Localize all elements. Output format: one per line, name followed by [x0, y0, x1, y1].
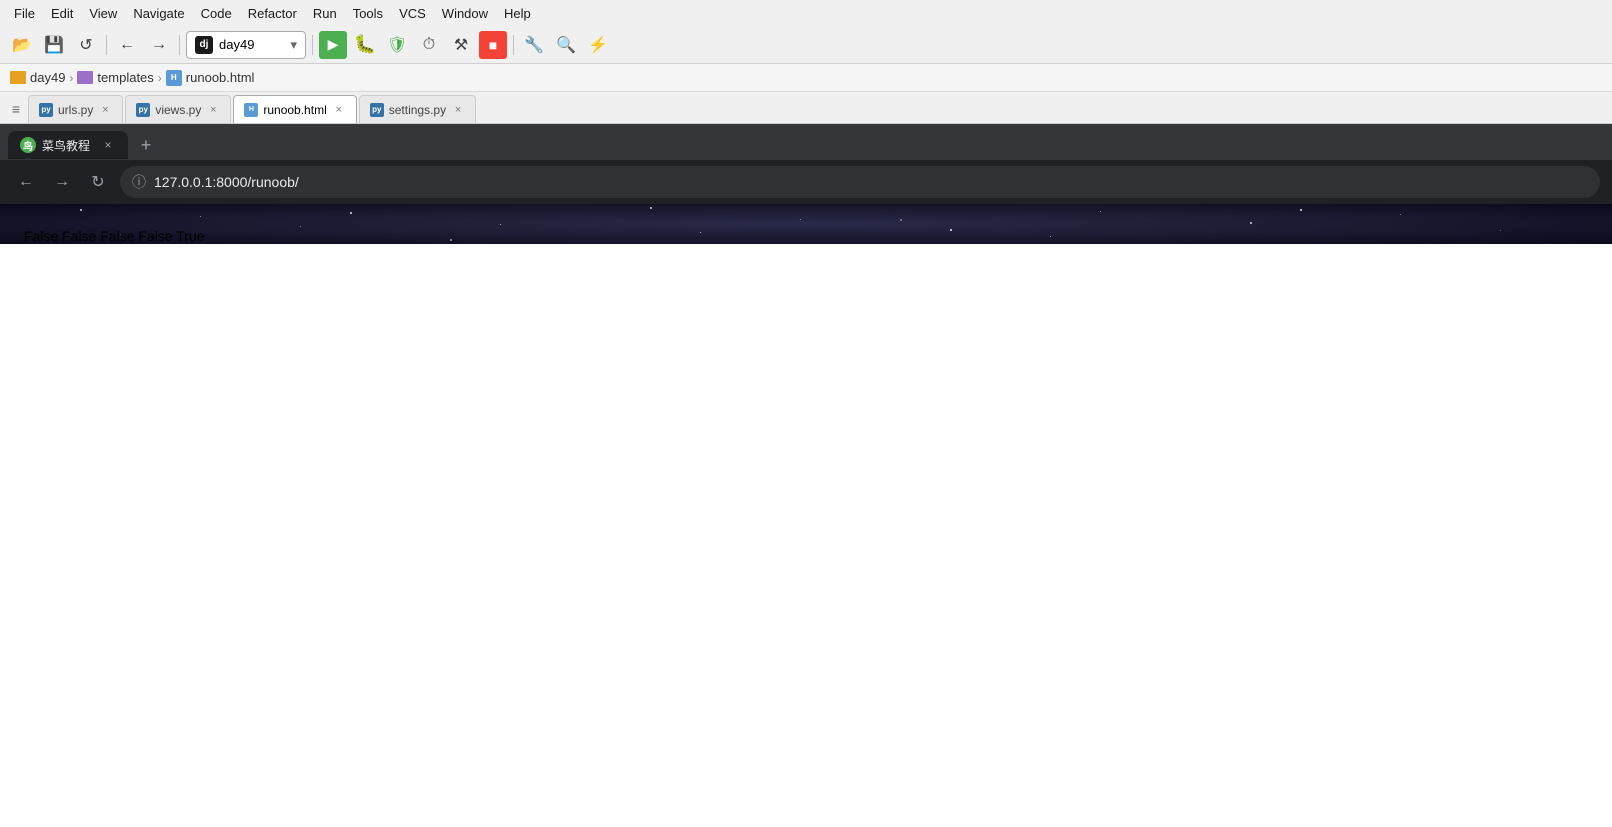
browser-refresh-button[interactable]: ↻ — [84, 168, 112, 196]
breadcrumb-day49[interactable]: day49 — [10, 70, 65, 85]
breadcrumb-templates[interactable]: templates — [77, 70, 153, 85]
project-logo: dj — [195, 36, 213, 54]
project-selector[interactable]: dj day49 ▾ — [186, 31, 306, 59]
tab-urls-label: urls.py — [58, 103, 93, 117]
tab-views-label: views.py — [155, 103, 201, 117]
toolbar-sep-4 — [513, 35, 514, 55]
menu-tools[interactable]: Tools — [347, 4, 389, 23]
menu-file[interactable]: File — [8, 4, 41, 23]
stop-button[interactable]: ■ — [479, 31, 507, 59]
browser-chrome: 鸟 菜鸟教程 × + ← → ↻ ⓘ 127.0.0.1:8000/runoob… — [0, 124, 1612, 204]
profile-button[interactable]: ⏱ — [415, 31, 443, 59]
forward-button[interactable]: → — [145, 31, 173, 59]
debug-button[interactable]: 🐛 — [351, 31, 379, 59]
tab-views-close[interactable]: × — [206, 103, 220, 117]
browser-back-button[interactable]: ← — [12, 168, 40, 196]
menu-navigate[interactable]: Navigate — [127, 4, 190, 23]
tab-urls-py[interactable]: py urls.py × — [28, 95, 123, 123]
toolbar-sep-3 — [312, 35, 313, 55]
py-icon-settings: py — [370, 103, 384, 117]
breadcrumb-sep-1: › — [69, 71, 73, 85]
toolbar-sep-2 — [179, 35, 180, 55]
open-folder-button[interactable]: 📂 — [8, 31, 36, 59]
tab-views-py[interactable]: py views.py × — [125, 95, 231, 123]
html-icon-runoob: H — [244, 103, 258, 117]
tab-runoob-label: runoob.html — [263, 103, 326, 117]
search-button[interactable]: 🔍 — [552, 31, 580, 59]
tab-settings-label: settings.py — [389, 103, 446, 117]
tabs-back-button[interactable]: ≡ — [4, 95, 28, 123]
embedded-browser: 鸟 菜鸟教程 × + ← → ↻ ⓘ 127.0.0.1:8000/runoob… — [0, 124, 1612, 827]
breadcrumb-templates-label: templates — [97, 70, 153, 85]
page-text: False False False False True — [24, 228, 205, 244]
page-content: False False False False True — [16, 220, 1596, 252]
address-lock-icon: ⓘ — [132, 172, 146, 192]
breadcrumb-runoob-label: runoob.html — [186, 70, 255, 85]
build-button[interactable]: ⚒ — [447, 31, 475, 59]
folder-icon — [10, 71, 26, 84]
menu-edit[interactable]: Edit — [45, 4, 79, 23]
sync-button[interactable]: ↺ — [72, 31, 100, 59]
save-button[interactable]: 💾 — [40, 31, 68, 59]
project-selector-chevron: ▾ — [290, 37, 297, 53]
tab-runoob-close[interactable]: × — [332, 103, 346, 117]
folder-purple-icon — [77, 71, 93, 84]
tab-settings-close[interactable]: × — [451, 103, 465, 117]
tabs-bar: ≡ py urls.py × py views.py × H runoob.ht… — [0, 92, 1612, 124]
browser-url: 127.0.0.1:8000/runoob/ — [154, 174, 299, 190]
project-name: day49 — [219, 37, 254, 52]
run-button[interactable]: ▶ — [319, 31, 347, 59]
menu-window[interactable]: Window — [436, 4, 494, 23]
menu-vcs[interactable]: VCS — [393, 4, 432, 23]
favicon-text: 鸟 — [23, 138, 33, 153]
py-icon-views: py — [136, 103, 150, 117]
browser-address-bar[interactable]: ⓘ 127.0.0.1:8000/runoob/ — [120, 166, 1600, 198]
breadcrumb-day49-label: day49 — [30, 70, 65, 85]
browser-nav-bar: ← → ↻ ⓘ 127.0.0.1:8000/runoob/ — [0, 160, 1612, 204]
multirun-button[interactable]: ⚡ — [584, 31, 612, 59]
coverage-button[interactable]: 🛡 — [383, 31, 411, 59]
back-button[interactable]: ← — [113, 31, 141, 59]
tab-urls-close[interactable]: × — [98, 103, 112, 117]
menu-code[interactable]: Code — [195, 4, 238, 23]
menu-bar: File Edit View Navigate Code Refactor Ru… — [0, 0, 1612, 26]
browser-favicon: 鸟 — [20, 137, 36, 153]
breadcrumb: day49 › templates › H runoob.html — [0, 64, 1612, 92]
menu-view[interactable]: View — [83, 4, 123, 23]
html-file-icon: H — [166, 70, 182, 86]
menu-refactor[interactable]: Refactor — [242, 4, 303, 23]
settings-button[interactable]: 🔧 — [520, 31, 548, 59]
toolbar: 📂 💾 ↺ ← → dj day49 ▾ ▶ 🐛 🛡 ⏱ ⚒ ■ 🔧 🔍 ⚡ — [0, 26, 1612, 64]
browser-forward-button[interactable]: → — [48, 168, 76, 196]
py-icon: py — [39, 103, 53, 117]
browser-tab-bar: 鸟 菜鸟教程 × + — [0, 124, 1612, 160]
breadcrumb-runoob-html[interactable]: H runoob.html — [166, 70, 255, 86]
browser-tab-close-button[interactable]: × — [100, 137, 116, 153]
tab-settings-py[interactable]: py settings.py × — [359, 95, 476, 123]
breadcrumb-sep-2: › — [158, 71, 162, 85]
browser-new-tab-button[interactable]: + — [132, 131, 160, 159]
tab-runoob-html[interactable]: H runoob.html × — [233, 95, 356, 123]
menu-help[interactable]: Help — [498, 4, 537, 23]
browser-tab-label: 菜鸟教程 — [42, 137, 90, 154]
browser-content: False False False False True — [0, 204, 1612, 827]
toolbar-sep-1 — [106, 35, 107, 55]
menu-run[interactable]: Run — [307, 4, 343, 23]
browser-tab-runoob[interactable]: 鸟 菜鸟教程 × — [8, 131, 128, 159]
